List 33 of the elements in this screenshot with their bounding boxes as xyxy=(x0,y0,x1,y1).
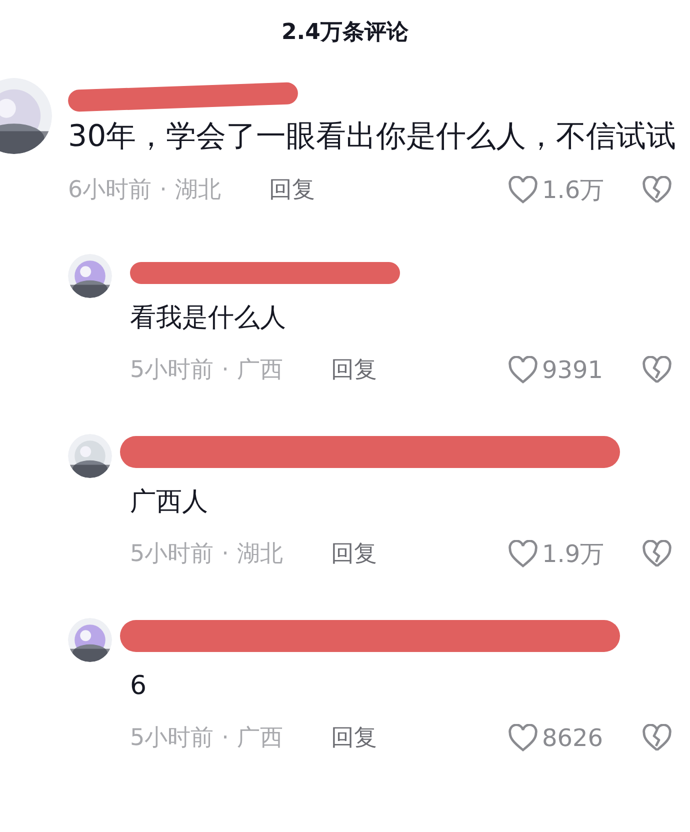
comment-location: 广西 xyxy=(236,724,283,753)
heart-icon[interactable] xyxy=(508,724,538,752)
comment-time: 5小时前 xyxy=(130,356,214,385)
broken-heart-icon[interactable] xyxy=(642,724,672,752)
separator-dot: · xyxy=(222,724,229,753)
comment-count-title: 2.4万条评论 xyxy=(282,20,408,45)
like-count: 1.9万 xyxy=(542,539,606,570)
comment-text: 广西人 xyxy=(130,486,209,519)
comment-location: 湖北 xyxy=(174,176,221,205)
separator-dot: · xyxy=(160,176,167,205)
comment-text: 6 xyxy=(130,670,148,703)
like-count: 1.6万 xyxy=(542,175,606,206)
comment-location: 湖北 xyxy=(236,540,283,569)
like-count: 8626 xyxy=(542,723,604,754)
broken-heart-icon[interactable] xyxy=(642,176,672,204)
heart-icon[interactable] xyxy=(508,540,538,568)
broken-heart-icon[interactable] xyxy=(642,356,672,384)
comment-time: 6小时前 xyxy=(68,176,152,205)
comment-text: 看我是什么人 xyxy=(130,302,287,335)
separator-dot: · xyxy=(222,540,229,569)
comment-time: 5小时前 xyxy=(130,724,214,753)
separator-dot: · xyxy=(222,356,229,385)
like-count: 9391 xyxy=(542,355,604,386)
reply-button[interactable]: 回复 xyxy=(268,172,315,208)
heart-icon[interactable] xyxy=(508,356,538,384)
reply-button[interactable]: 回复 xyxy=(330,352,377,388)
reply-button[interactable]: 回复 xyxy=(330,720,377,756)
comment-location: 广西 xyxy=(236,356,283,385)
comment-text: 30年，学会了一眼看出你是什么人，不信试试 xyxy=(68,118,678,156)
heart-icon[interactable] xyxy=(508,176,538,204)
reply-button[interactable]: 回复 xyxy=(330,536,377,572)
comment-time: 5小时前 xyxy=(130,540,214,569)
broken-heart-icon[interactable] xyxy=(642,540,672,568)
